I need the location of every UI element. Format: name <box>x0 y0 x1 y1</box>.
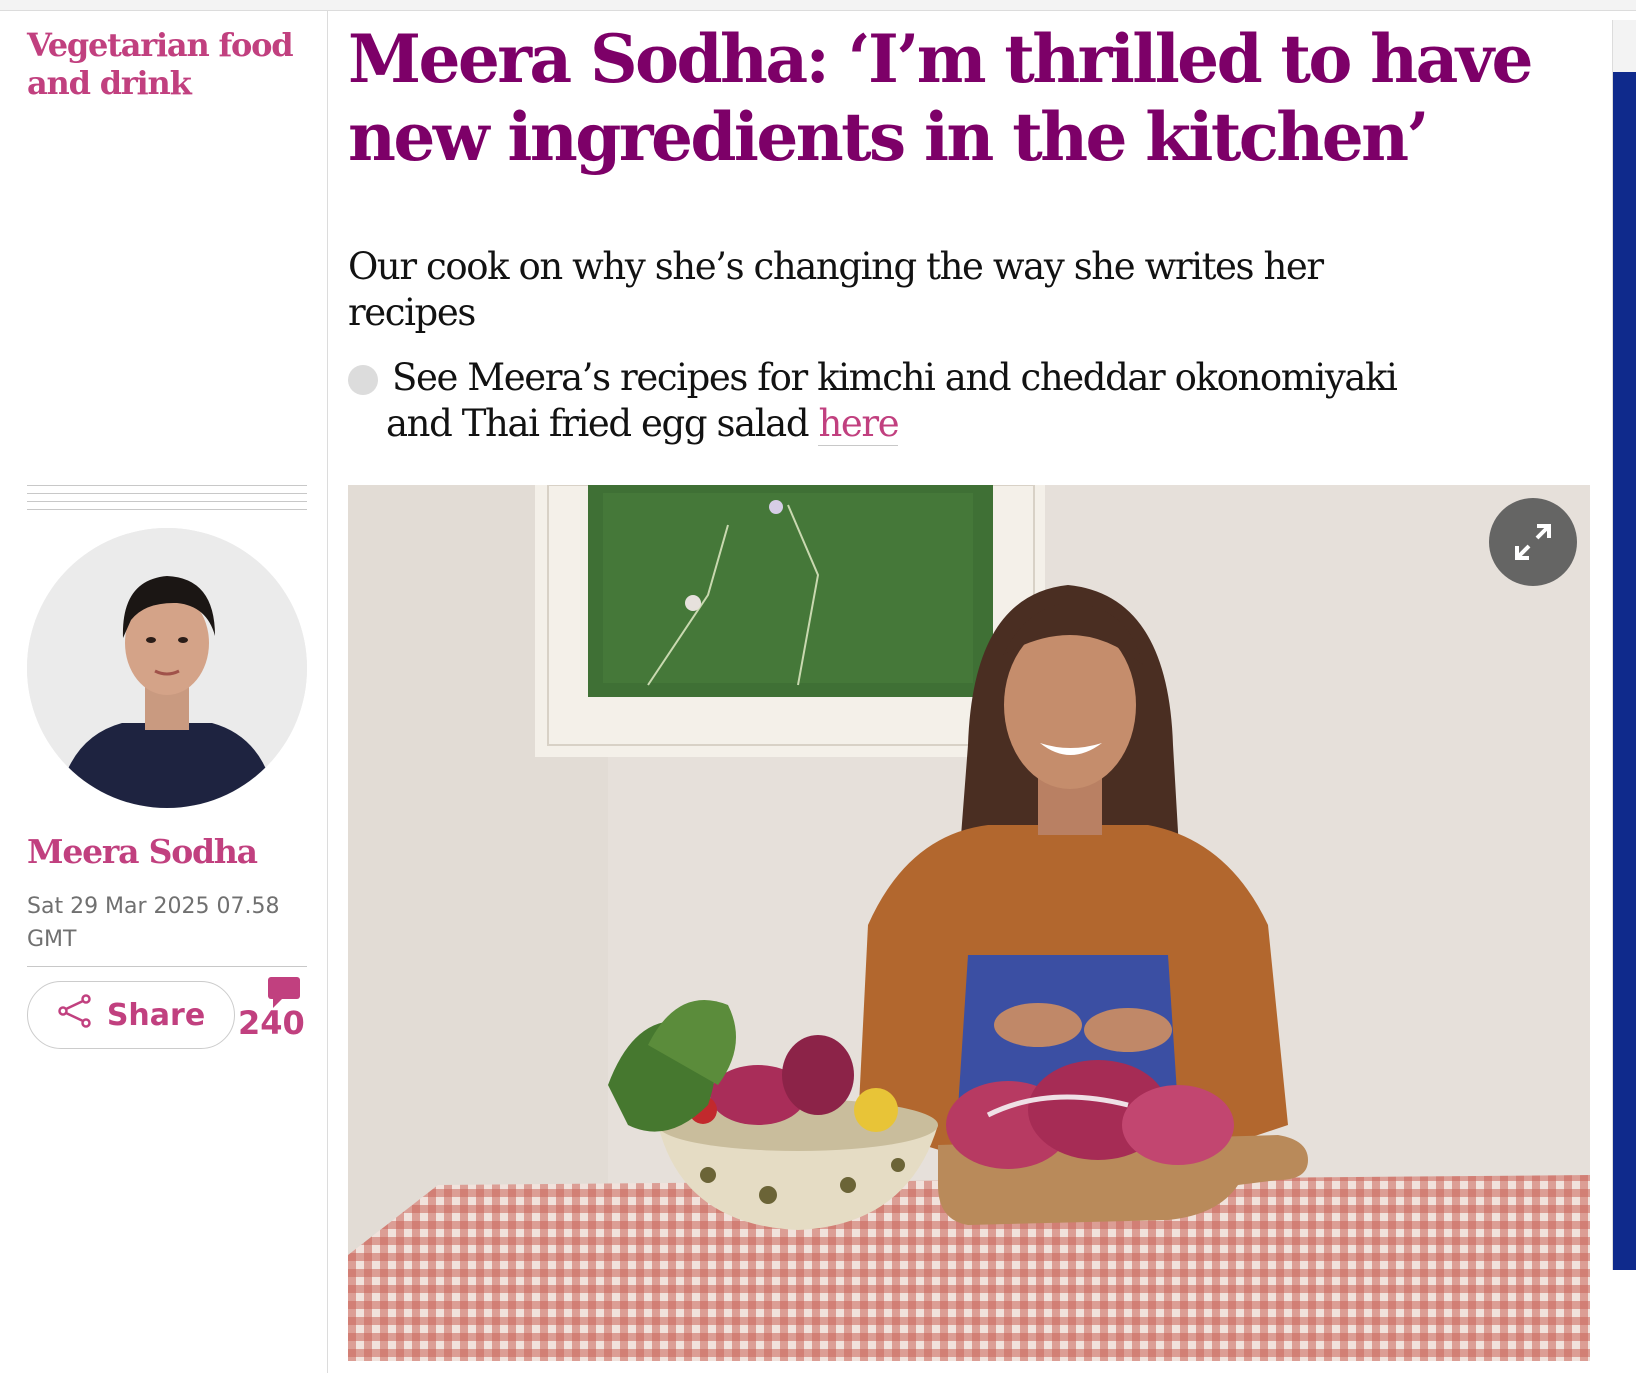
right-ad-slot-edge <box>1612 20 1636 1270</box>
author-avatar[interactable] <box>27 528 307 808</box>
article-headline: Meera Sodha: ‘I’m thrilled to have new i… <box>348 20 1533 176</box>
bullet-dot-icon <box>348 365 378 395</box>
meta-rules <box>27 485 307 517</box>
recipes-here-link[interactable]: here <box>818 402 900 446</box>
bullet-line-2: and Thai fried egg salad <box>386 402 810 445</box>
comment-count[interactable]: 240 <box>238 1004 305 1042</box>
meta-divider <box>27 966 307 967</box>
share-button[interactable]: Share <box>27 981 235 1049</box>
bullet-line-1: See Meera’s recipes for kimchi and chedd… <box>392 356 1398 399</box>
section-link[interactable]: Vegetarian food and drink <box>27 26 307 102</box>
main-article-photo[interactable] <box>348 485 1590 1361</box>
top-border <box>0 0 1636 11</box>
share-label: Share <box>106 997 206 1033</box>
author-name[interactable]: Meera Sodha <box>27 832 258 871</box>
share-icon <box>57 994 93 1036</box>
article-standfirst: Our cook on why she’s changing the way s… <box>348 245 1324 334</box>
expand-image-button[interactable] <box>1489 498 1577 586</box>
column-divider <box>327 10 328 1373</box>
publish-date: Sat 29 Mar 2025 07.58 GMT <box>27 894 280 952</box>
comment-icon[interactable] <box>268 977 300 1008</box>
related-recipes-bullet: See Meera’s recipes for kimchi and chedd… <box>348 355 1438 447</box>
